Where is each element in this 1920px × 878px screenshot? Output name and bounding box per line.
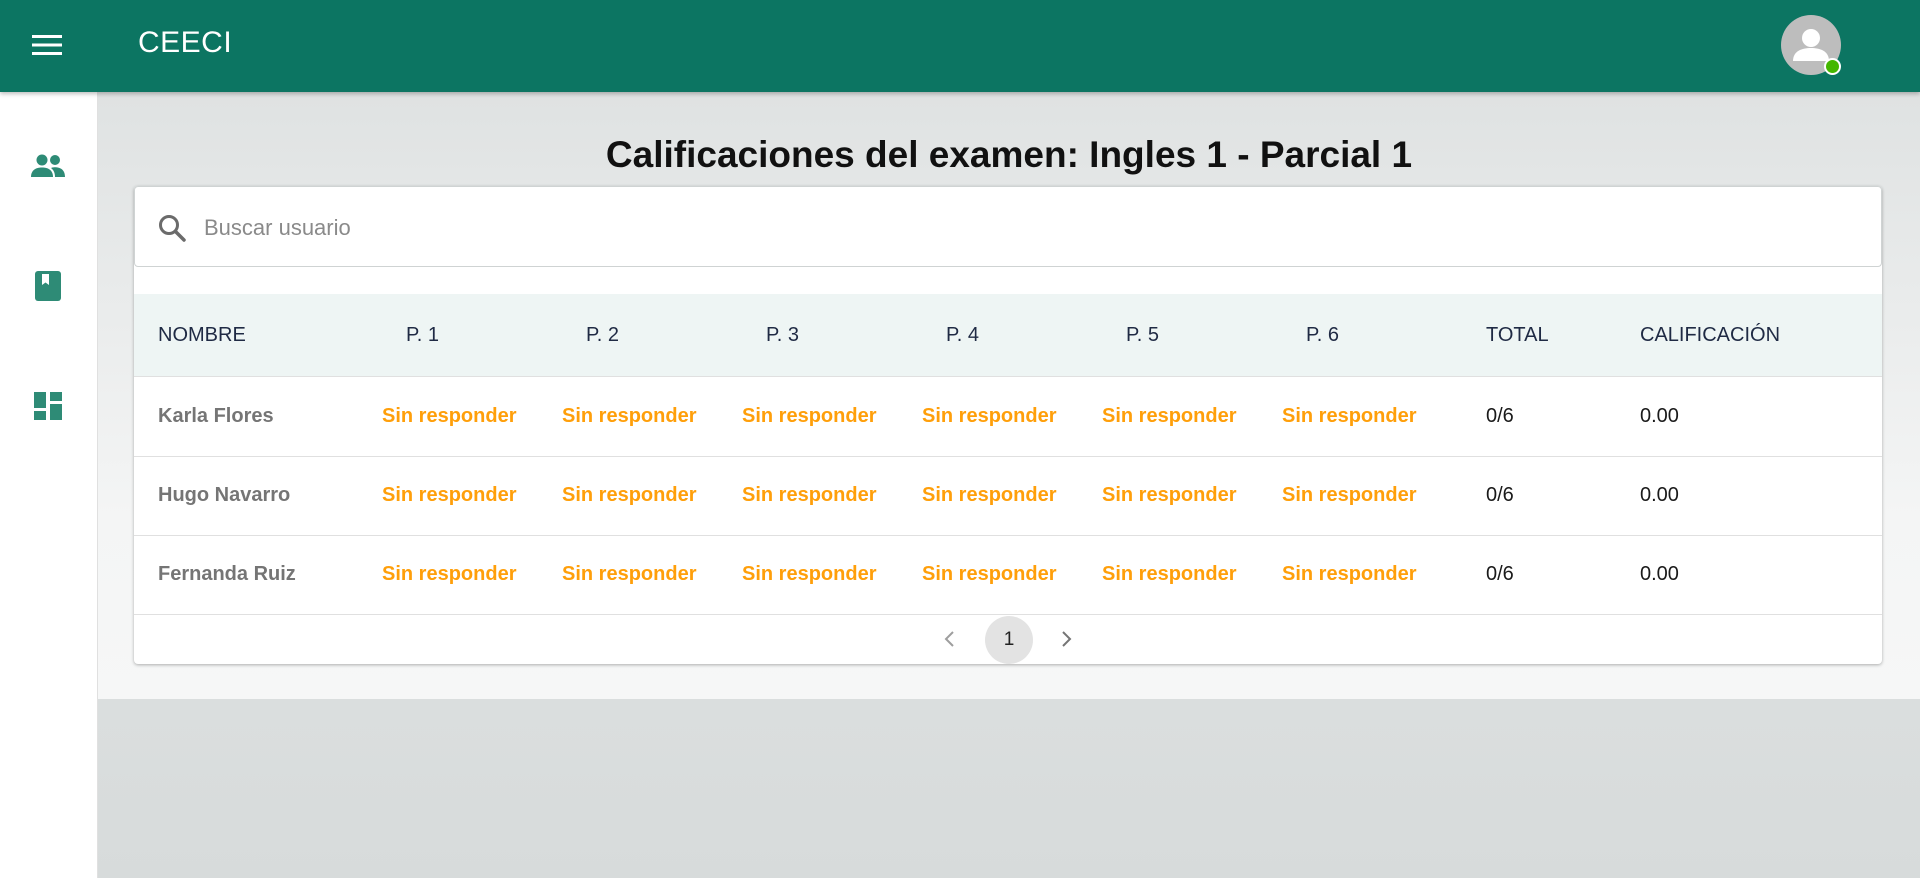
people-icon <box>31 154 65 177</box>
column-header-total[interactable]: TOTAL <box>1486 324 1549 347</box>
answer-status-p6: Sin responder <box>1282 484 1417 506</box>
answer-status-p2: Sin responder <box>562 563 697 585</box>
table-row: Karla Flores Sin responder Sin responder… <box>134 377 1882 457</box>
student-name: Fernanda Ruiz <box>158 563 296 585</box>
student-name: Karla Flores <box>158 405 274 427</box>
hamburger-menu-icon <box>32 35 62 55</box>
app-title: CEECI <box>138 26 233 59</box>
answer-status-p1: Sin responder <box>382 405 517 427</box>
pagination: 1 <box>134 615 1882 664</box>
page-title: Calificaciones del examen: Ingles 1 - Pa… <box>605 134 1413 175</box>
answer-status-p5: Sin responder <box>1102 405 1237 427</box>
column-header-p6[interactable]: P. 6 <box>1306 324 1339 347</box>
chevron-left-icon <box>944 631 954 647</box>
answer-status-p1: Sin responder <box>382 563 517 585</box>
previous-page-button[interactable] <box>930 619 970 659</box>
answer-status-p3: Sin responder <box>742 484 877 506</box>
search-bar <box>134 186 1882 267</box>
next-page-button[interactable] <box>1046 619 1086 659</box>
grade-value: 0.00 <box>1640 484 1679 506</box>
app-bar: CEECI <box>0 0 1920 92</box>
sidebar <box>0 92 98 878</box>
answer-status-p3: Sin responder <box>742 563 877 585</box>
sidebar-item-users[interactable] <box>18 136 78 196</box>
sidebar-item-exams[interactable] <box>18 256 78 316</box>
answer-status-p5: Sin responder <box>1102 563 1237 585</box>
page-number-button[interactable]: 1 <box>985 616 1033 664</box>
column-header-grade[interactable]: CALIFICACIÓN <box>1640 324 1780 347</box>
main-content: Calificaciones del examen: Ingles 1 - Pa… <box>98 92 1920 878</box>
content-panel: Calificaciones del examen: Ingles 1 - Pa… <box>98 92 1920 699</box>
answer-status-p3: Sin responder <box>742 405 877 427</box>
answer-status-p6: Sin responder <box>1282 563 1417 585</box>
answer-status-p4: Sin responder <box>922 563 1057 585</box>
chevron-right-icon <box>1062 631 1072 647</box>
book-icon <box>35 271 61 301</box>
online-status-badge <box>1824 58 1841 75</box>
column-header-p5[interactable]: P. 5 <box>1126 324 1159 347</box>
column-header-p4[interactable]: P. 4 <box>946 324 979 347</box>
search-input[interactable] <box>202 205 1846 251</box>
student-name: Hugo Navarro <box>158 484 291 506</box>
search-icon <box>159 215 186 242</box>
column-header-p2[interactable]: P. 2 <box>586 324 619 347</box>
grade-value: 0.00 <box>1640 405 1679 427</box>
grade-value: 0.00 <box>1640 563 1679 585</box>
column-header-name[interactable]: NOMBRE <box>158 324 246 347</box>
grades-card: NOMBRE P. 1 P. 2 P. 3 P. 4 P. 5 P. 6 TOT… <box>134 186 1882 664</box>
total-score: 0/6 <box>1486 563 1514 585</box>
column-header-p3[interactable]: P. 3 <box>766 324 799 347</box>
menu-button[interactable] <box>22 22 72 68</box>
column-header-p1[interactable]: P. 1 <box>406 324 439 347</box>
sidebar-item-dashboard[interactable] <box>18 376 78 436</box>
answer-status-p4: Sin responder <box>922 405 1057 427</box>
table-row: Hugo Navarro Sin responder Sin responder… <box>134 456 1882 536</box>
dashboard-icon <box>34 392 62 420</box>
answer-status-p5: Sin responder <box>1102 484 1237 506</box>
answer-status-p2: Sin responder <box>562 405 697 427</box>
table-row: Fernanda Ruiz Sin responder Sin responde… <box>134 535 1882 615</box>
total-score: 0/6 <box>1486 484 1514 506</box>
answer-status-p2: Sin responder <box>562 484 697 506</box>
answer-status-p6: Sin responder <box>1282 405 1417 427</box>
table-header: NOMBRE P. 1 P. 2 P. 3 P. 4 P. 5 P. 6 TOT… <box>134 294 1882 377</box>
answer-status-p4: Sin responder <box>922 484 1057 506</box>
total-score: 0/6 <box>1486 405 1514 427</box>
answer-status-p1: Sin responder <box>382 484 517 506</box>
